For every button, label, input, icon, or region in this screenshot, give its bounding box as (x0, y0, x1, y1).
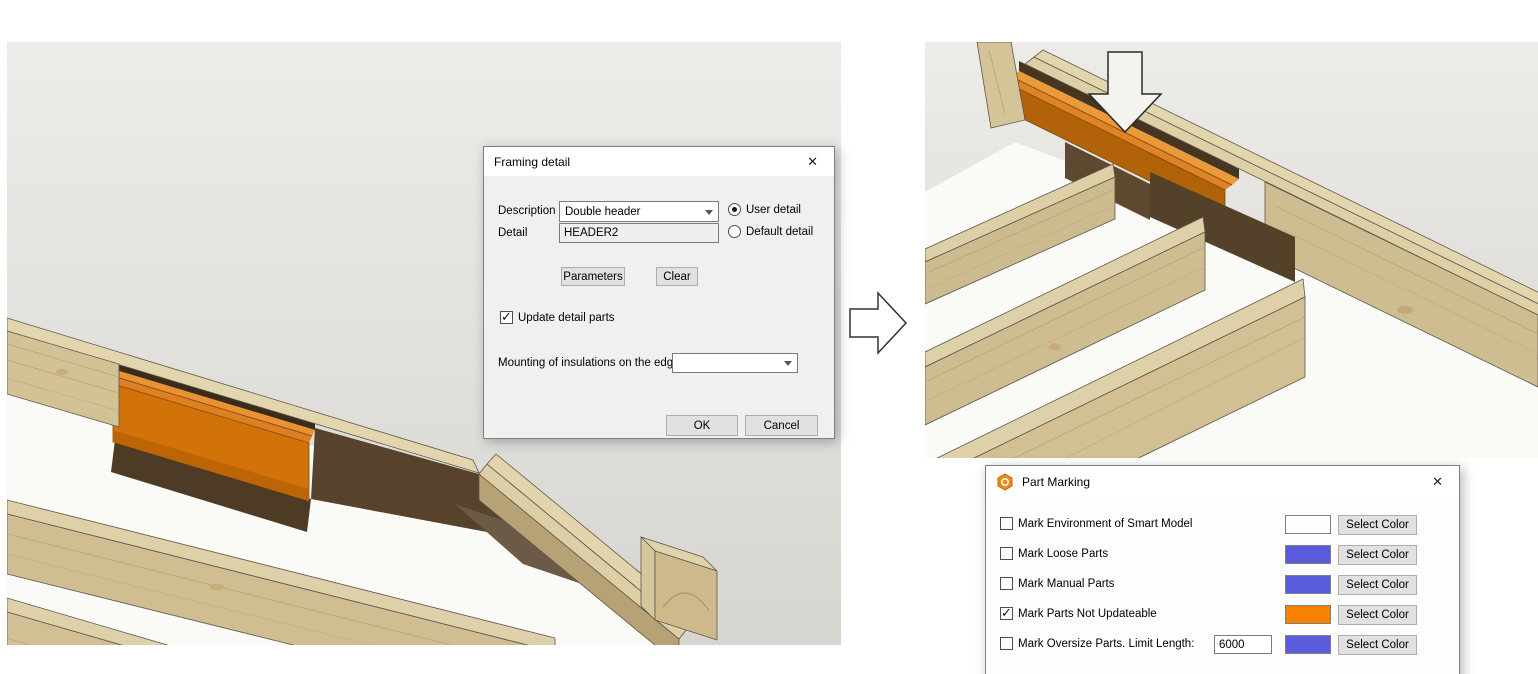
framing-dialog-titlebar[interactable]: Framing detail ✕ (484, 147, 834, 177)
parameters-button[interactable]: Parameters (561, 267, 625, 286)
detail-label: Detail (498, 227, 527, 239)
radio-indicator[interactable] (728, 203, 741, 216)
update-detail-parts-checkbox[interactable]: Update detail parts (500, 311, 615, 324)
checkbox-label: Mark Loose Parts (1018, 548, 1108, 560)
checkbox-indicator[interactable] (1000, 517, 1013, 530)
description-value: Double header (565, 206, 640, 218)
select-color-button[interactable]: Select Color (1338, 545, 1417, 565)
wood-frame-after-graphic (925, 42, 1538, 458)
color-swatch (1285, 545, 1331, 564)
description-label: Description (498, 205, 556, 217)
checkbox-indicator[interactable] (1000, 607, 1013, 620)
checkbox-label: Mark Parts Not Updateable (1018, 608, 1157, 620)
select-color-button[interactable]: Select Color (1338, 515, 1417, 535)
select-color-button[interactable]: Select Color (1338, 605, 1417, 625)
close-icon[interactable]: ✕ (1426, 474, 1449, 490)
part-marking-dialog: Part Marking ✕ Mark Environment of Smart… (985, 465, 1460, 674)
select-color-button[interactable]: Select Color (1338, 575, 1417, 595)
checkbox-label: Mark Environment of Smart Model (1018, 518, 1192, 530)
color-swatch (1285, 635, 1331, 654)
user-detail-radio[interactable]: User detail (728, 203, 801, 216)
checkbox-indicator[interactable] (1000, 577, 1013, 590)
close-icon[interactable]: ✕ (801, 154, 824, 170)
color-swatch (1285, 515, 1331, 534)
checkbox-label: Mark Manual Parts (1018, 578, 1115, 590)
detail-input[interactable] (559, 223, 719, 243)
color-swatch (1285, 605, 1331, 624)
clear-button[interactable]: Clear (656, 267, 698, 286)
checkbox-indicator[interactable] (1000, 637, 1013, 650)
screenshot-root: Framing detail ✕ Description Double head… (0, 0, 1538, 674)
default-detail-radio[interactable]: Default detail (728, 225, 813, 238)
description-combobox[interactable]: Double header (559, 201, 719, 222)
default-detail-label: Default detail (746, 226, 813, 238)
user-detail-label: User detail (746, 204, 801, 216)
select-color-button[interactable]: Select Color (1338, 635, 1417, 655)
model-view-after[interactable] (925, 42, 1538, 458)
chevron-down-icon (784, 361, 792, 370)
part-marking-title: Part Marking (1022, 475, 1426, 489)
mark-parts-not-updateable-checkbox[interactable]: Mark Parts Not Updateable (1000, 607, 1157, 620)
checkbox-indicator[interactable] (1000, 547, 1013, 560)
limit-length-input[interactable] (1214, 635, 1272, 654)
framing-dialog-title: Framing detail (494, 155, 801, 169)
mark-manual-parts-checkbox[interactable]: Mark Manual Parts (1000, 577, 1115, 590)
checkbox-label: Mark Oversize Parts. Limit Length: (1018, 638, 1194, 650)
color-swatch (1285, 575, 1331, 594)
mark-oversize-parts-checkbox[interactable]: Mark Oversize Parts. Limit Length: (1000, 637, 1194, 650)
radio-indicator[interactable] (728, 225, 741, 238)
update-detail-parts-label: Update detail parts (518, 312, 615, 324)
ok-button[interactable]: OK (666, 415, 738, 436)
checkbox-indicator[interactable] (500, 311, 513, 324)
cancel-button[interactable]: Cancel (745, 415, 818, 436)
flow-arrow-icon (848, 291, 908, 355)
mark-loose-parts-checkbox[interactable]: Mark Loose Parts (1000, 547, 1108, 560)
mounting-label: Mounting of insulations on the edge (498, 357, 680, 369)
part-marking-titlebar[interactable]: Part Marking ✕ (986, 466, 1459, 498)
chevron-down-icon (705, 210, 713, 219)
framing-detail-dialog: Framing detail ✕ Description Double head… (483, 146, 835, 439)
part-marking-app-icon (996, 473, 1014, 491)
mounting-combobox[interactable] (672, 353, 798, 373)
mark-environment-checkbox[interactable]: Mark Environment of Smart Model (1000, 517, 1192, 530)
